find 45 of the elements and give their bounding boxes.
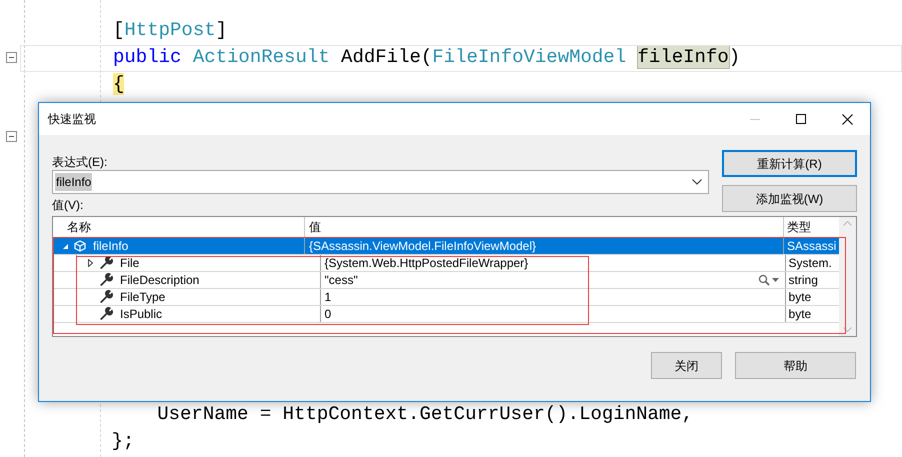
code-line: [HttpPost] bbox=[113, 18, 228, 44]
code-line: }; bbox=[110, 429, 134, 454]
wrench-icon bbox=[99, 290, 113, 304]
value-cell-text: {SAssassin.ViewModel.FileInfoViewModel} bbox=[309, 238, 536, 255]
expanded-arrow-icon[interactable] bbox=[62, 242, 68, 250]
values-label: 值(V): bbox=[52, 198, 84, 213]
close-icon bbox=[842, 114, 852, 124]
code-line: public ActionResult AddFile(FileInfoViewModel fileInfo) bbox=[113, 45, 740, 70]
type-cell-text: System. bbox=[788, 255, 832, 272]
column-header[interactable]: 名称 bbox=[53, 217, 304, 237]
value-cell-text: 1 bbox=[324, 289, 332, 306]
scroll-down-icon[interactable] bbox=[843, 327, 852, 332]
wrench-icon bbox=[99, 256, 113, 270]
value-cell-text: "cess" bbox=[324, 272, 358, 289]
wrench-icon bbox=[99, 273, 113, 287]
expression-label: 表达式(E): bbox=[52, 154, 108, 170]
caret-icon bbox=[772, 278, 779, 282]
type-cell-text: SAssassi bbox=[787, 238, 836, 255]
type-cell-text: byte bbox=[788, 306, 812, 323]
window-title: 快速监视 bbox=[48, 111, 96, 128]
fold-icon[interactable] bbox=[6, 52, 17, 63]
column-header[interactable]: 值 bbox=[304, 217, 783, 237]
magnifier-icon bbox=[758, 274, 770, 286]
scrollbar[interactable] bbox=[839, 217, 856, 336]
name-cell-text: File bbox=[120, 255, 140, 272]
dialog-button[interactable]: 帮助 bbox=[735, 352, 856, 379]
cube-icon bbox=[74, 240, 86, 252]
dialog-button[interactable]: 关闭 bbox=[651, 352, 722, 379]
type-cell-text: string bbox=[788, 272, 818, 289]
value-cell-text: {System.Web.HttpPostedFileWrapper} bbox=[324, 255, 528, 272]
dialog-button[interactable]: 重新计算(R) bbox=[722, 150, 857, 177]
expression-combo[interactable]: fileInfo bbox=[52, 170, 709, 194]
value-cell-text: 0 bbox=[324, 306, 332, 323]
name-cell-text: IsPublic bbox=[120, 306, 162, 323]
visualizer-dropdown[interactable] bbox=[758, 274, 779, 286]
fold-icon[interactable] bbox=[6, 131, 17, 142]
name-cell-text: FileType bbox=[120, 289, 166, 306]
code-line: UserName = HttpContext.GetCurrUser().LoginName, bbox=[156, 402, 694, 428]
type-cell-text: byte bbox=[788, 289, 812, 306]
wrench-icon bbox=[99, 307, 113, 321]
dropdown-icon[interactable] bbox=[692, 179, 702, 185]
name-cell-text: fileInfo bbox=[93, 238, 128, 255]
name-cell-text: FileDescription bbox=[120, 272, 200, 289]
collapsed-arrow-icon[interactable] bbox=[88, 259, 92, 267]
dialog-button[interactable]: 添加监视(W) bbox=[722, 185, 857, 212]
